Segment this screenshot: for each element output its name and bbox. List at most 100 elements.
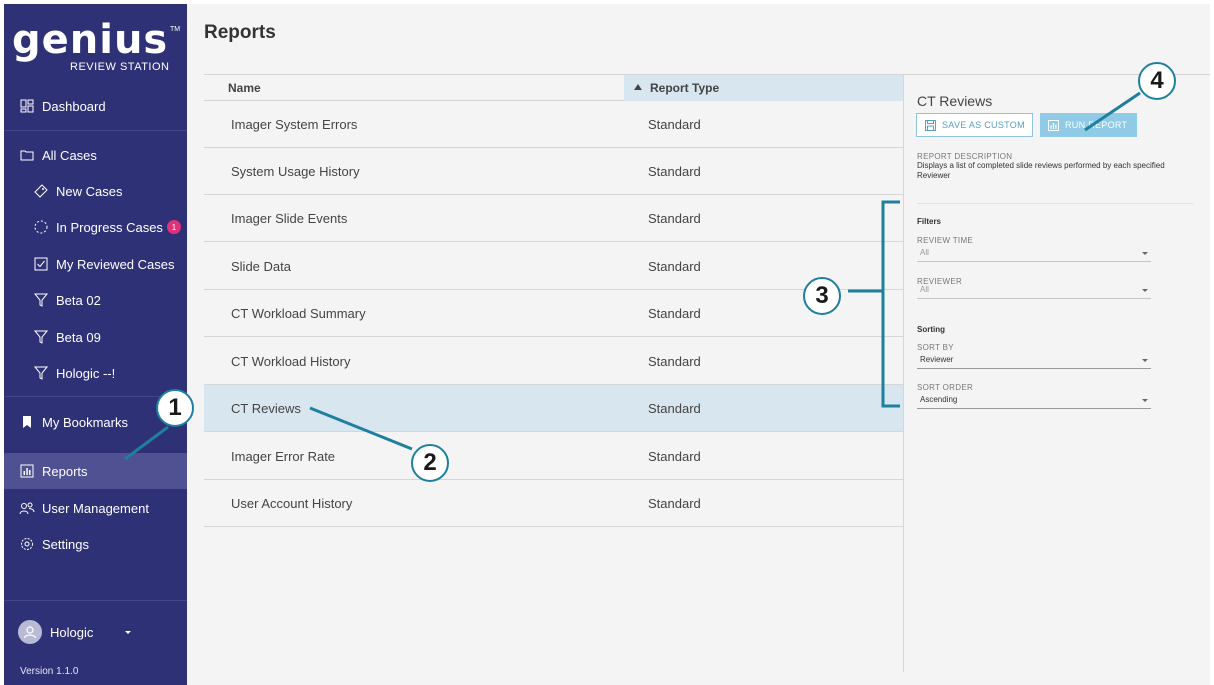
sort-by-select[interactable]: Reviewer <box>917 355 1151 369</box>
table-row[interactable]: Imager System Errors Standard <box>204 101 904 148</box>
report-name: Imager Error Rate <box>231 449 336 464</box>
save-as-custom-label: SAVE AS CUSTOM <box>942 120 1025 130</box>
table-row[interactable]: Imager Slide Events Standard <box>204 195 904 242</box>
save-icon <box>925 119 936 131</box>
logo-trademark: TM <box>170 26 181 33</box>
sidebar-item-new-cases[interactable]: New Cases <box>4 173 187 209</box>
callout-4: 4 <box>1138 62 1176 100</box>
gear-icon <box>18 535 36 553</box>
dashboard-icon <box>18 97 36 115</box>
report-name: User Account History <box>231 496 353 511</box>
column-header-label: Report Type <box>650 81 720 95</box>
sidebar-item-label: Beta 02 <box>56 292 101 308</box>
table-row[interactable]: CT Workload Summary Standard <box>204 290 904 337</box>
sidebar-item-label: Dashboard <box>42 98 106 114</box>
caret-down-icon <box>125 630 132 634</box>
sidebar-item-label: New Cases <box>56 183 123 199</box>
report-name: CT Workload History <box>231 354 351 369</box>
report-name: Slide Data <box>231 259 291 274</box>
report-name: CT Reviews <box>231 401 301 416</box>
sort-order-value: Ascending <box>920 395 958 404</box>
version-label: Version 1.1.0 <box>20 666 79 677</box>
reviewer-value: All <box>920 285 929 294</box>
column-header-report-type[interactable]: Report Type <box>624 75 904 101</box>
sidebar-divider <box>4 600 187 601</box>
table-row-selected[interactable]: CT Reviews Standard <box>204 385 904 432</box>
caret-down-icon <box>1142 289 1148 292</box>
report-type: Standard <box>648 306 701 321</box>
panel-divider <box>917 203 1193 204</box>
save-as-custom-button[interactable]: SAVE AS CUSTOM <box>916 113 1033 137</box>
reviewer-select[interactable]: All <box>917 285 1151 299</box>
sidebar-item-hologic[interactable]: Hologic --! <box>4 355 187 391</box>
caret-down-icon <box>1142 252 1148 255</box>
table-row[interactable]: Imager Error Rate Standard <box>204 433 904 480</box>
caret-down-icon <box>1142 359 1148 362</box>
sidebar-item-my-reviewed-cases[interactable]: My Reviewed Cases <box>4 246 187 282</box>
callout-1: 1 <box>156 389 194 427</box>
bar-chart-icon <box>18 462 36 480</box>
callout-3: 3 <box>803 277 841 315</box>
sort-by-value: Reviewer <box>920 355 954 364</box>
sidebar-item-label: In Progress Cases <box>56 219 163 235</box>
genius-logo: genius TM REVIEW STATION <box>12 18 182 74</box>
report-name: Imager System Errors <box>231 117 358 132</box>
user-name: Hologic <box>50 624 94 640</box>
sidebar-item-reports[interactable]: Reports <box>4 453 187 489</box>
sidebar: genius TM REVIEW STATION Dashboard All C… <box>4 4 187 685</box>
report-name: System Usage History <box>231 164 360 179</box>
run-report-label: RUN REPORT <box>1065 120 1128 130</box>
sidebar-item-label: Reports <box>42 463 88 479</box>
review-time-value: All <box>920 248 929 257</box>
users-icon <box>18 499 36 517</box>
table-row[interactable]: CT Workload History Standard <box>204 338 904 385</box>
report-type: Standard <box>648 259 701 274</box>
sidebar-item-beta-02[interactable]: Beta 02 <box>4 282 187 318</box>
count-badge: 1 <box>166 220 181 234</box>
column-header-name[interactable]: Name <box>228 75 261 101</box>
filter-icon <box>32 328 50 346</box>
sidebar-item-label: Settings <box>42 536 89 552</box>
review-time-label: REVIEW TIME <box>917 236 974 245</box>
sidebar-item-label: User Management <box>42 500 149 516</box>
sidebar-item-label: My Bookmarks <box>42 414 128 430</box>
user-menu[interactable]: Hologic <box>18 620 132 644</box>
sidebar-divider <box>4 130 187 131</box>
report-description-text: Displays a list of completed slide revie… <box>917 161 1165 180</box>
sidebar-item-in-progress-cases[interactable]: In Progress Cases 1 <box>4 209 187 245</box>
sort-order-select[interactable]: Ascending <box>917 395 1151 409</box>
sidebar-item-dashboard[interactable]: Dashboard <box>4 88 187 124</box>
progress-circle-icon <box>32 218 50 236</box>
sidebar-item-settings[interactable]: Settings <box>4 526 187 562</box>
report-details-panel: CT Reviews SAVE AS CUSTOM RUN REPORT REP… <box>903 74 1210 672</box>
review-time-select[interactable]: All <box>917 248 1151 262</box>
sidebar-item-label: Beta 09 <box>56 329 101 345</box>
sorting-heading: Sorting <box>917 325 945 334</box>
run-report-button[interactable]: RUN REPORT <box>1040 113 1137 137</box>
report-type: Standard <box>648 164 701 179</box>
report-description-label: REPORT DESCRIPTION <box>917 152 1013 161</box>
user-avatar-icon <box>18 620 42 644</box>
sort-by-label: SORT BY <box>917 343 954 352</box>
sidebar-item-all-cases[interactable]: All Cases <box>4 137 187 173</box>
report-type: Standard <box>648 211 701 226</box>
sidebar-item-label: Hologic --! <box>56 365 116 381</box>
page-title: Reports <box>204 22 276 43</box>
caret-down-icon <box>1142 399 1148 402</box>
sidebar-item-label: All Cases <box>42 147 97 163</box>
table-row[interactable]: User Account History Standard <box>204 480 904 527</box>
report-type: Standard <box>648 401 701 416</box>
tag-icon <box>32 182 50 200</box>
table-header: Name Report Type <box>204 74 904 101</box>
app-window: genius TM REVIEW STATION Dashboard All C… <box>4 4 1210 685</box>
table-row[interactable]: Slide Data Standard <box>204 243 904 290</box>
report-type: Standard <box>648 354 701 369</box>
callout-2: 2 <box>411 444 449 482</box>
sidebar-item-beta-09[interactable]: Beta 09 <box>4 319 187 355</box>
table-row[interactable]: System Usage History Standard <box>204 148 904 195</box>
filter-icon <box>32 291 50 309</box>
sidebar-item-user-management[interactable]: User Management <box>4 490 187 526</box>
report-type: Standard <box>648 449 701 464</box>
folder-icon <box>18 146 36 164</box>
filters-heading: Filters <box>917 217 942 226</box>
